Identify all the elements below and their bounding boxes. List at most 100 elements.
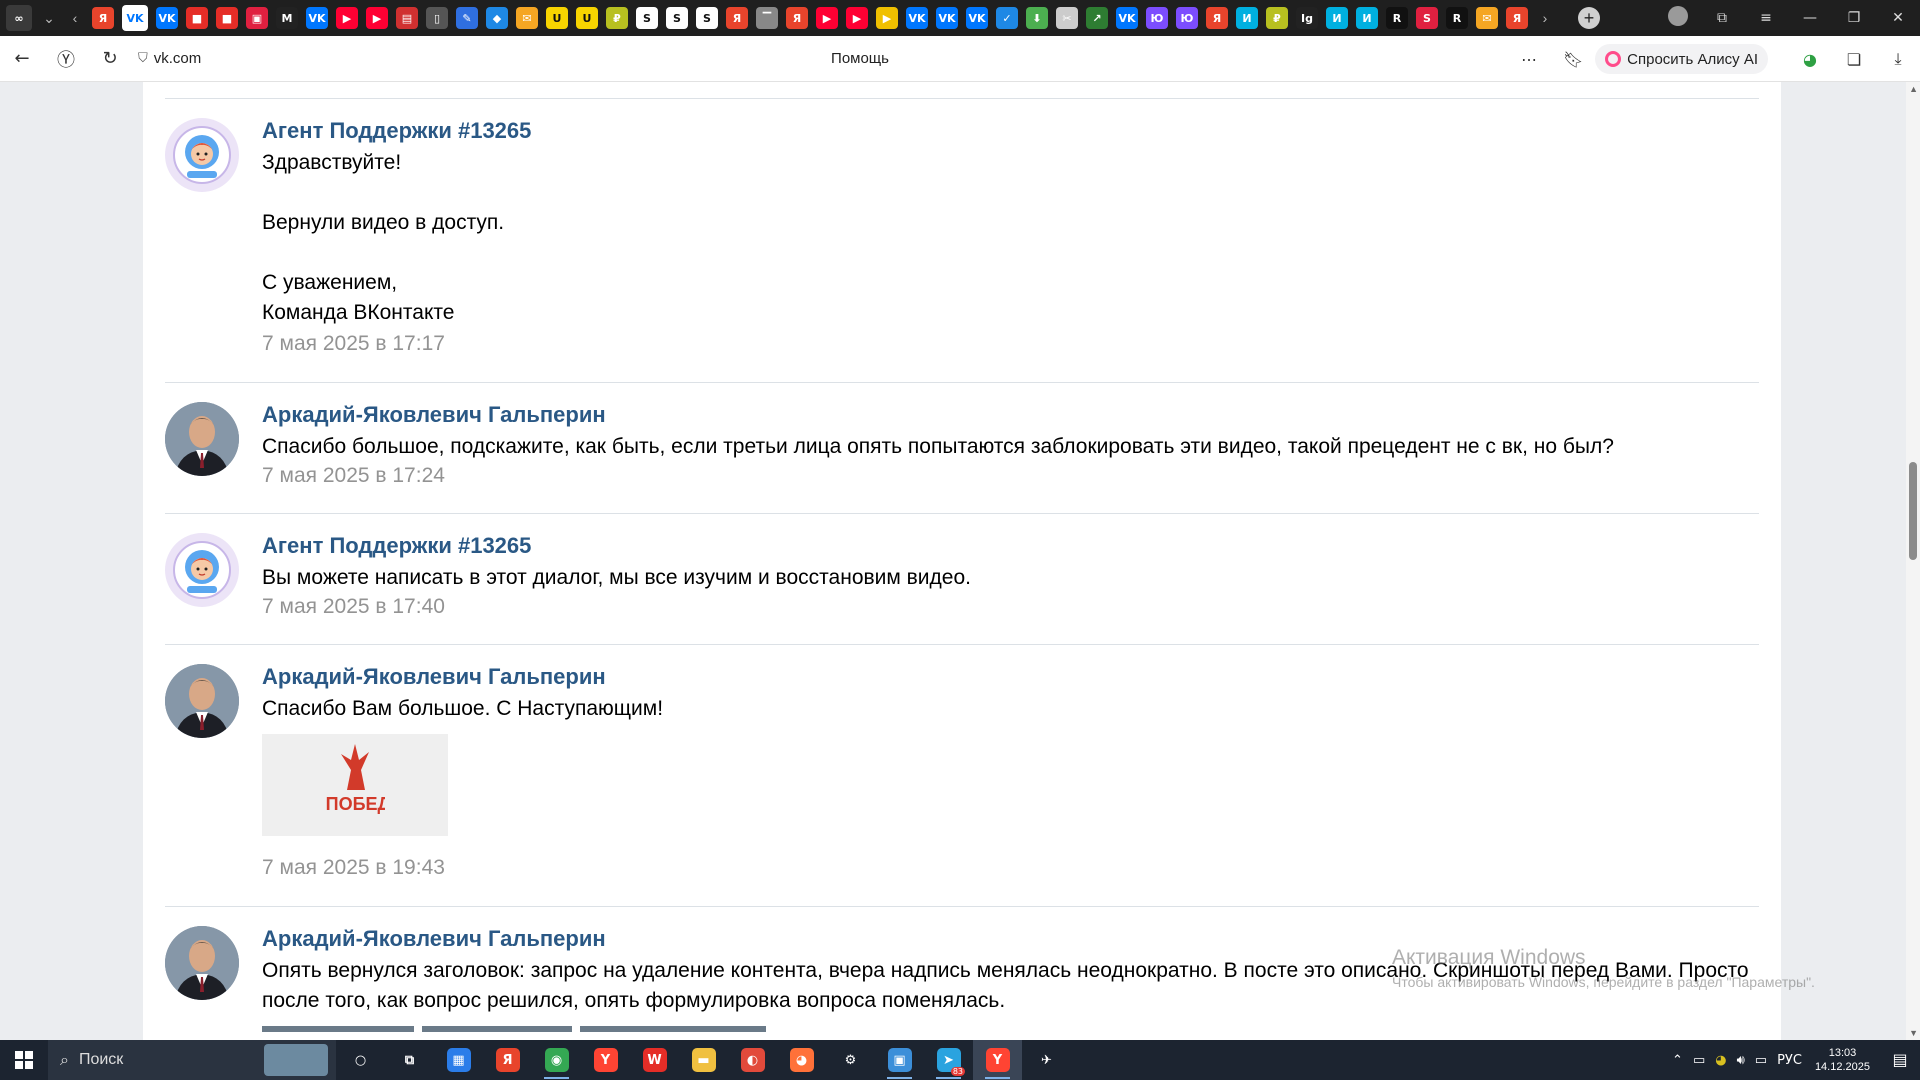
browser-tab[interactable]: ₽ [606, 7, 628, 29]
scroll-thumb[interactable] [1909, 462, 1917, 560]
agent-avatar[interactable] [165, 533, 239, 607]
browser-tab[interactable]: ↗ [1086, 7, 1108, 29]
reload-button[interactable]: ↻ [88, 48, 132, 69]
browser-tab[interactable]: S [636, 7, 658, 29]
browser-tab[interactable]: VK [156, 7, 178, 29]
volume-icon[interactable]: 🔊︎ [1737, 1053, 1745, 1068]
tray-expand-icon[interactable]: ⌃ [1672, 1053, 1683, 1068]
browser-tab[interactable]: VK [906, 7, 928, 29]
taskbar-app-settings[interactable]: ⚙ [826, 1040, 875, 1080]
tabs-scroll-right-icon[interactable]: › [1536, 10, 1554, 26]
browser-tab[interactable]: И [1236, 7, 1258, 29]
browser-tab[interactable]: ▶ [846, 7, 868, 29]
message-timestamp[interactable]: 7 мая 2025 в 17:24 [262, 462, 1759, 490]
battery-icon[interactable]: ▭ [1693, 1053, 1705, 1068]
minimize-button[interactable]: — [1788, 10, 1832, 26]
taskbar-app-yandex[interactable]: Я [483, 1040, 532, 1080]
scroll-up-icon[interactable]: ▲ [1909, 84, 1918, 94]
tab-groups-icon[interactable]: ∞ [6, 5, 32, 31]
browser-tab[interactable]: ▶ [816, 7, 838, 29]
new-tab-button[interactable]: + [1578, 7, 1600, 29]
language-indicator[interactable]: РУС [1777, 1053, 1802, 1068]
agent-avatar[interactable] [165, 118, 239, 192]
more-options-icon[interactable]: ⋯ [1507, 50, 1551, 69]
user-avatar[interactable] [165, 402, 239, 476]
taskbar-app-wps[interactable]: W [630, 1040, 679, 1080]
screenshot-thumbnail[interactable] [262, 1026, 414, 1032]
screenshot-thumbnail[interactable] [422, 1026, 572, 1032]
taskbar-app-ccleaner[interactable]: ◐ [728, 1040, 777, 1080]
scroll-down-icon[interactable]: ▼ [1909, 1028, 1918, 1038]
browser-tab[interactable]: ◆ [486, 7, 508, 29]
browser-tab[interactable]: ✓ [996, 7, 1018, 29]
browser-tab[interactable]: VK [1116, 7, 1138, 29]
message-timestamp[interactable]: 7 мая 2025 в 17:17 [262, 330, 1759, 358]
taskbar-app-telegram[interactable]: ➤ 83 [924, 1040, 973, 1080]
menu-icon[interactable]: ≡ [1744, 10, 1788, 26]
browser-tab[interactable]: Я [1506, 7, 1528, 29]
screenshot-thumbnail[interactable] [580, 1026, 766, 1032]
collections-toolbar-icon[interactable]: ❏ [1832, 50, 1876, 69]
message-timestamp[interactable]: 7 мая 2025 в 19:43 [262, 854, 1759, 882]
browser-tab[interactable]: S [1416, 7, 1438, 29]
browser-tab[interactable]: ▔ [756, 7, 778, 29]
notifications-icon[interactable]: ▤ [1880, 1050, 1920, 1070]
downloads-icon[interactable]: ⤓ [1876, 49, 1920, 69]
taskbar-app-cortana[interactable]: ○ [336, 1040, 385, 1080]
bookmark-icon[interactable]: 🔖︎ [1551, 50, 1595, 69]
restore-button[interactable]: ❐ [1832, 10, 1876, 26]
browser-tab[interactable]: S [666, 7, 688, 29]
site-security-icon[interactable]: ⛉ [138, 51, 148, 66]
browser-tab[interactable]: Ig [1296, 7, 1318, 29]
ask-alice-button[interactable]: Спросить Алису AI [1595, 44, 1768, 74]
message-author-link[interactable]: Агент Поддержки #13265 [262, 118, 1759, 144]
browser-tab[interactable]: ▤ [396, 7, 418, 29]
profile-icon[interactable] [1656, 6, 1700, 30]
browser-tab[interactable]: VK [966, 7, 988, 29]
browser-tab[interactable]: Я [92, 7, 114, 29]
tray-app-icon[interactable]: ◕ [1715, 1053, 1726, 1068]
browser-tab[interactable]: Я [726, 7, 748, 29]
collections-icon[interactable]: ⧉ [1700, 10, 1744, 26]
chevron-down-icon[interactable]: ⌄ [40, 10, 58, 27]
browser-tab[interactable]: ✉ [516, 7, 538, 29]
browser-tab[interactable]: S [696, 7, 718, 29]
tabs-scroll-left-icon[interactable]: ‹ [66, 10, 84, 26]
taskbar-app-task-view[interactable]: ⧉ [385, 1040, 434, 1080]
taskbar-app-yandex-browser[interactable]: Y [581, 1040, 630, 1080]
taskbar-app-store[interactable]: ▦ [434, 1040, 483, 1080]
message-timestamp[interactable]: 7 мая 2025 в 17:40 [262, 593, 1759, 621]
close-button[interactable]: ✕ [1876, 10, 1920, 26]
browser-tab[interactable]: ■ [186, 7, 208, 29]
taskbar-app-rocket[interactable]: ✈ [1022, 1040, 1071, 1080]
browser-tab[interactable]: ⬇ [1026, 7, 1048, 29]
network-icon[interactable]: ▭ [1755, 1053, 1767, 1068]
yandex-home-icon[interactable]: Ⓨ [44, 46, 88, 72]
browser-tab[interactable]: R [1386, 7, 1408, 29]
page-scrollbar[interactable]: ▲ ▼ [1906, 82, 1920, 1040]
sticker-attachment[interactable]: 80 ПОБЕДА! [262, 734, 448, 836]
browser-tab[interactable]: Я [786, 7, 808, 29]
taskbar-app-yandex-browser-2[interactable]: Y [973, 1040, 1022, 1080]
browser-tab[interactable]: И [1326, 7, 1348, 29]
browser-tab[interactable]: ▶ [336, 7, 358, 29]
browser-tab[interactable]: R [1446, 7, 1468, 29]
browser-tab[interactable]: M [276, 7, 298, 29]
message-author-link[interactable]: Агент Поддержки #13265 [262, 533, 1759, 559]
taskbar-app-explorer[interactable]: ▬ [679, 1040, 728, 1080]
browser-tab[interactable]: ✉ [1476, 7, 1498, 29]
browser-tab[interactable]: ▯ [426, 7, 448, 29]
browser-tab[interactable]: ▶ [366, 7, 388, 29]
browser-tab[interactable]: ₽ [1266, 7, 1288, 29]
browser-tab[interactable]: VK [122, 5, 148, 31]
user-avatar[interactable] [165, 926, 239, 1000]
clock[interactable]: 13:03 14.12.2025 [1815, 1046, 1870, 1074]
url-field[interactable]: vk.com [154, 50, 714, 67]
browser-tab[interactable]: ✎ [456, 7, 478, 29]
user-avatar[interactable] [165, 664, 239, 738]
taskbar-search[interactable]: ⌕ Поиск [48, 1040, 336, 1080]
browser-tab[interactable]: Ю [1176, 7, 1198, 29]
browser-tab[interactable]: ▶ [876, 7, 898, 29]
start-button[interactable] [0, 1040, 48, 1080]
taskbar-app-control-panel[interactable]: ▣ [875, 1040, 924, 1080]
